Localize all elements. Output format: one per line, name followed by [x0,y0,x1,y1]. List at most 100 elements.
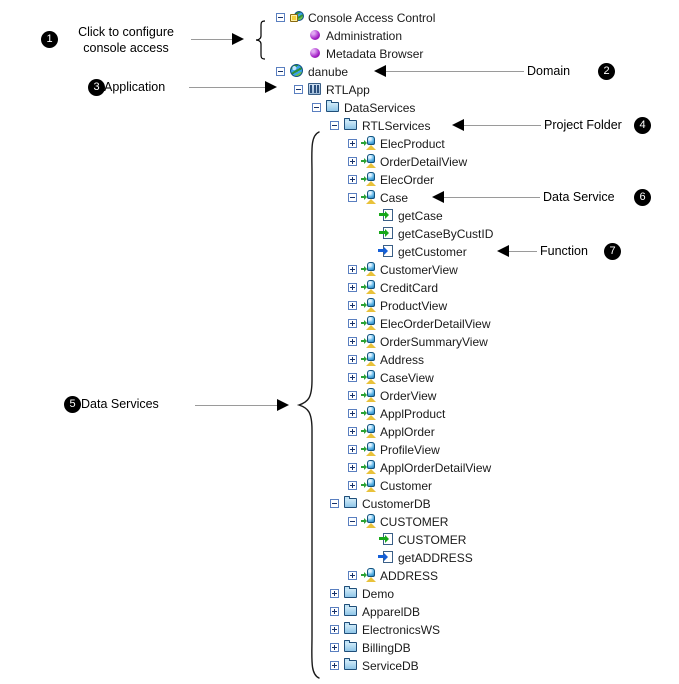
expand-icon[interactable] [348,300,357,310]
tree-item-label: ADDRESS [380,568,439,583]
tree-item-servicedb[interactable]: ServiceDB [330,656,419,674]
expand-icon[interactable] [348,462,357,472]
tree-item-dataservices[interactable]: DataServices [312,98,415,116]
callout-label-5: Data Services [81,397,159,411]
folder-icon [343,117,359,133]
expand-icon[interactable] [348,444,357,454]
tree-item-getcasebycustid[interactable]: getCaseByCustID [366,224,493,242]
function-blue-icon [378,549,395,565]
expand-icon[interactable] [348,390,357,400]
tree-item-label: CustomerDB [362,496,431,511]
tree-item-demo[interactable]: Demo [330,584,394,602]
collapse-icon[interactable] [348,516,357,526]
tree-item-profileview[interactable]: ProfileView [348,440,440,458]
tree-item-applproduct[interactable]: ApplProduct [348,404,445,422]
tree-item-getcustomer[interactable]: getCustomer [366,242,467,260]
data-service-icon [361,351,377,367]
callout-label-6: Data Service [543,190,615,204]
expand-icon[interactable] [348,480,357,490]
collapse-icon[interactable] [294,84,303,94]
tree-item-administration[interactable]: Administration [294,26,402,44]
tree-item-danube[interactable]: danube [276,62,348,80]
callout-badge-4: 4 [634,117,651,134]
tree-item-customerview[interactable]: CustomerView [348,260,458,278]
callout-label-3: Application [104,80,166,94]
tree-item-electronicsws[interactable]: ElectronicsWS [330,620,440,638]
tree-item-ordersummaryview[interactable]: OrderSummaryView [348,332,488,350]
tree-item-customer-table[interactable]: CUSTOMER [348,512,448,530]
tree-item-appareldb[interactable]: ApparelDB [330,602,420,620]
tree-item-customer[interactable]: Customer [348,476,432,494]
tree-item-orderdetailview[interactable]: OrderDetailView [348,152,467,170]
expand-icon[interactable] [348,282,357,292]
expand-icon[interactable] [330,660,339,670]
sphere-icon [307,27,323,43]
expand-icon[interactable] [348,156,357,166]
tree-item-metadata-browser[interactable]: Metadata Browser [294,44,423,62]
tree-item-label: Customer [380,478,433,493]
tree-item-case[interactable]: Case [348,188,408,206]
callout-label-1-line2: console access [83,41,169,55]
callout-badge-1: 1 [41,31,58,48]
expand-icon[interactable] [330,642,339,652]
tree-item-label: DataServices [344,100,416,115]
callout-arrow-7 [497,245,509,257]
tree-item-console-access-control[interactable]: Console Access Control [276,8,435,26]
tree-item-address[interactable]: Address [348,350,424,368]
expand-icon[interactable] [348,264,357,274]
tree-item-getaddress[interactable]: getADDRESS [366,548,473,566]
collapse-icon[interactable] [330,498,339,508]
tree-item-billingdb[interactable]: BillingDB [330,638,411,656]
expand-icon[interactable] [348,354,357,364]
callout-line-4 [464,125,541,126]
collapse-icon[interactable] [276,66,285,76]
expand-icon[interactable] [348,318,357,328]
expand-icon[interactable] [348,138,357,148]
expand-icon[interactable] [348,570,357,580]
tree-item-label: getCase [398,208,443,223]
data-service-icon [361,423,377,439]
collapse-icon[interactable] [312,102,321,112]
expand-icon[interactable] [330,588,339,598]
tree-item-rtlservices[interactable]: RTLServices [330,116,430,134]
tree-item-customerdb[interactable]: CustomerDB [330,494,431,512]
callout-line-3 [189,87,266,88]
expand-icon[interactable] [348,372,357,382]
tree-item-elecproduct[interactable]: ElecProduct [348,134,445,152]
expand-icon[interactable] [330,624,339,634]
tree-item-label: ApplOrder [380,424,435,439]
callout-arrow-1 [232,33,244,45]
tree-item-elecorder[interactable]: ElecOrder [348,170,434,188]
expand-icon[interactable] [348,426,357,436]
data-service-icon [361,297,377,313]
tree-item-applorder[interactable]: ApplOrder [348,422,435,440]
tree-item-elecorderdetailview[interactable]: ElecOrderDetailView [348,314,491,332]
collapse-icon[interactable] [348,192,357,202]
tree-item-label: CreditCard [380,280,439,295]
tree-item-caseview[interactable]: CaseView [348,368,434,386]
tree-item-productview[interactable]: ProductView [348,296,447,314]
expand-icon[interactable] [348,336,357,346]
callout-line-1 [191,39,233,40]
folder-icon [343,621,359,637]
tree-item-getcase[interactable]: getCase [366,206,443,224]
tree-item-address-table[interactable]: ADDRESS [348,566,438,584]
callout-badge-3: 3 [88,79,105,96]
tree-item-rtlapp[interactable]: RTLApp [294,80,370,98]
tree-item-orderview[interactable]: OrderView [348,386,436,404]
tree-item-label: CUSTOMER [380,514,449,529]
secured-globe-icon [289,9,305,25]
callout-arrow-4 [452,119,464,131]
function-blue-icon [378,243,395,259]
expand-icon[interactable] [330,606,339,616]
tree-item-creditcard[interactable]: CreditCard [348,278,438,296]
collapse-icon[interactable] [276,12,285,22]
data-service-icon [361,171,377,187]
tree-item-applorderdetailview[interactable]: ApplOrderDetailView [348,458,491,476]
tree-item-customer-fn[interactable]: CUSTOMER [366,530,466,548]
expand-icon[interactable] [348,174,357,184]
collapse-icon[interactable] [330,120,339,130]
expand-icon[interactable] [348,408,357,418]
